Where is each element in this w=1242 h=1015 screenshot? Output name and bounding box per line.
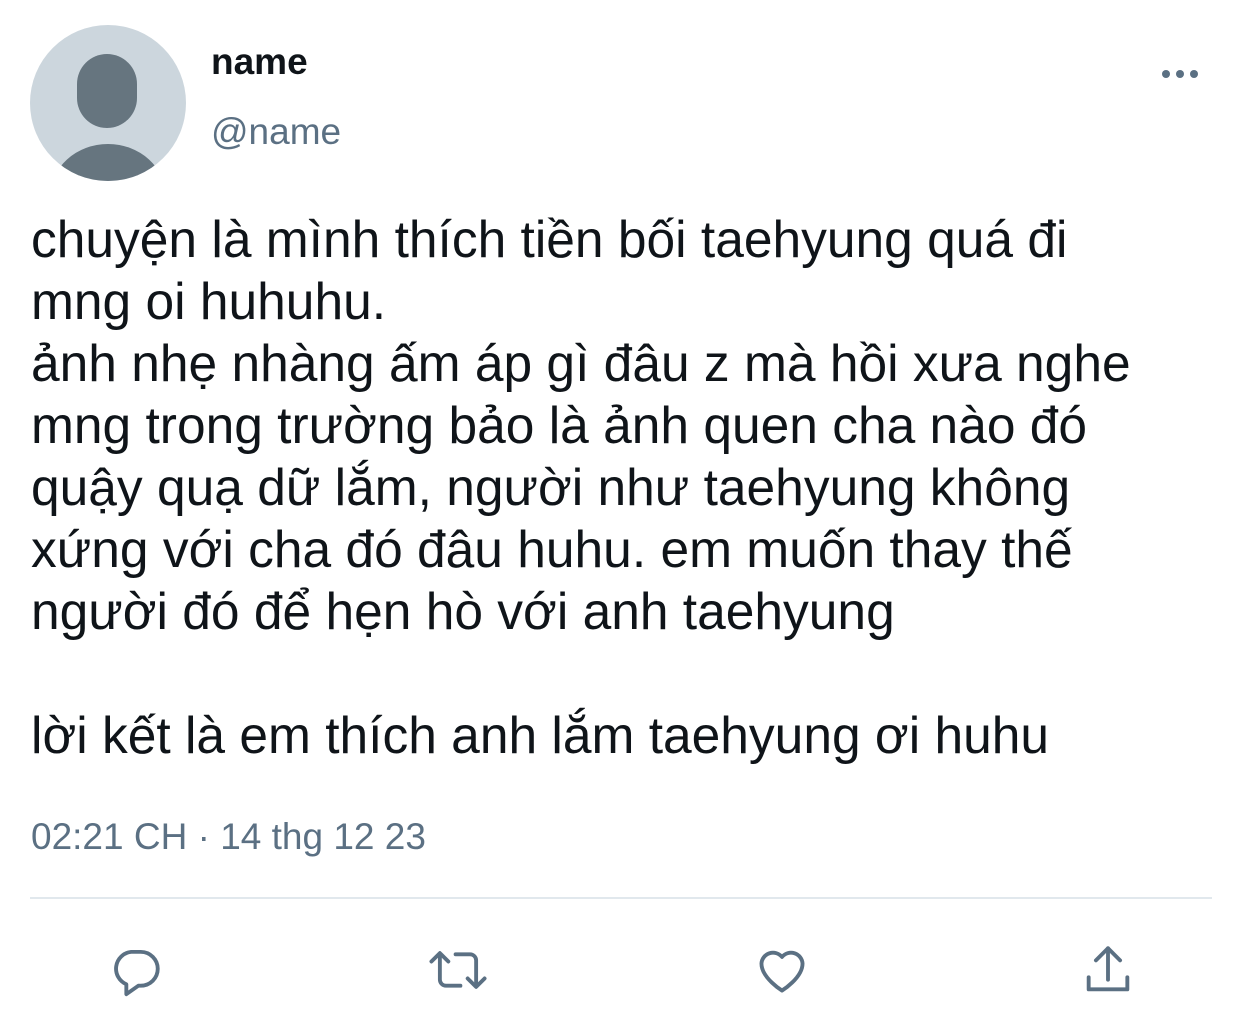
default-avatar-icon (52, 54, 164, 181)
reply-icon (114, 949, 160, 997)
like-button[interactable] (747, 935, 817, 1005)
more-icon (1162, 70, 1198, 78)
avatar[interactable] (30, 25, 186, 181)
share-icon (1086, 946, 1130, 992)
author-display-name[interactable]: name (211, 40, 308, 84)
retweet-button[interactable] (423, 935, 493, 1005)
action-bar (0, 935, 1242, 1005)
reply-button[interactable] (101, 935, 171, 1005)
share-button[interactable] (1073, 935, 1143, 1005)
tweet-text: chuyện là mình thích tiền bối taehyung q… (31, 210, 1131, 764)
author-handle[interactable]: @name (211, 110, 341, 154)
tweet-timestamp[interactable]: 02:21 CH · 14 thg 12 23 (31, 814, 426, 860)
more-options-button[interactable] (1152, 58, 1208, 90)
like-icon (759, 950, 805, 993)
divider (30, 897, 1212, 899)
retweet-icon (429, 951, 487, 989)
